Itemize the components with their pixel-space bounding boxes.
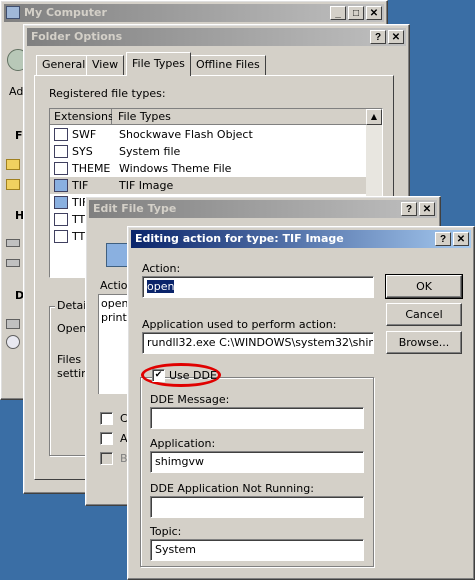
browse-same-window-checkbox[interactable] [100,452,113,465]
computer-icon [6,6,20,19]
list-item-swf[interactable]: SWF Shockwave Flash Object [50,126,366,143]
dde-application-label: Application: [150,437,216,450]
list-item-sys[interactable]: SYS System file [50,143,366,160]
close-button[interactable]: ✕ [388,30,404,44]
dde-message-input[interactable] [150,407,364,429]
list-item-extension: SWF [72,128,97,141]
close-button[interactable]: ✕ [366,6,382,20]
use-dde-checkbox[interactable]: ✔ [152,369,165,382]
help-button[interactable]: ? [370,30,386,44]
scroll-up-button[interactable]: ▲ [366,109,382,125]
folder-icon [6,179,20,190]
folder-options-titlebar[interactable]: Folder Options ? ✕ [27,28,406,46]
tab-general[interactable]: General [36,55,92,75]
cd-drive-icon [6,335,20,349]
action-item-open[interactable]: open [101,297,128,310]
topic-input[interactable]: System [150,539,364,561]
removable-drive-icon [6,319,20,329]
edit-file-type-title: Edit File Type [93,202,177,215]
drive-icon [6,259,20,267]
dde-application-input[interactable]: shimgvw [150,451,364,473]
dde-not-running-input[interactable] [150,496,364,518]
list-item-tif[interactable]: TIF TIF Image [50,177,366,194]
drive-icon [6,239,20,247]
my-computer-title: My Computer [24,6,107,19]
close-button[interactable]: ✕ [453,232,469,246]
file-type-icon [54,162,68,175]
image-file-icon [54,196,68,209]
editing-action-titlebar[interactable]: Editing action for type: TIF Image ? ✕ [131,230,471,248]
my-computer-titlebar[interactable]: My Computer _ □ ✕ [4,4,384,22]
dde-not-running-label: DDE Application Not Running: [150,482,314,495]
file-type-icon [106,243,128,267]
list-item-extension: SYS [72,145,93,158]
topic-label: Topic: [150,525,182,538]
minimize-button[interactable]: _ [330,6,346,20]
maximize-button[interactable]: □ [348,6,364,20]
registered-file-types-label: Registered file types: [49,87,166,100]
tab-view[interactable]: View [86,55,125,75]
list-item-extension: THEME [72,162,111,175]
close-button[interactable]: ✕ [419,202,435,216]
list-item-extension: TIF [72,179,89,192]
tab-offline-files[interactable]: Offline Files [190,55,266,75]
dde-message-label: DDE Message: [150,393,230,406]
column-header-file-types[interactable]: File Types [112,109,368,125]
action-input[interactable]: open [142,276,374,298]
editing-action-dialog: Editing action for type: TIF Image ? ✕ A… [127,226,475,580]
font-file-icon [54,213,68,226]
file-type-icon [54,145,68,158]
ok-button[interactable]: OK [385,274,463,299]
confirm-open-checkbox[interactable] [100,412,113,425]
use-dde-label: Use DDE [169,369,217,382]
edit-file-type-titlebar[interactable]: Edit File Type ? ✕ [89,200,437,218]
list-item-file-type: Shockwave Flash Object [119,128,253,141]
list-item-file-type: TIF Image [119,179,174,192]
application-path-input[interactable]: rundll32.exe C:\WINDOWS\system32\shimgvw [142,332,374,354]
folder-icon [6,159,20,170]
column-header-extensions[interactable]: Extensions [50,109,114,125]
help-button[interactable]: ? [401,202,417,216]
list-item-theme[interactable]: THEME Windows Theme File [50,160,366,177]
editing-action-title: Editing action for type: TIF Image [135,232,344,245]
font-file-icon [54,230,68,243]
always-show-extension-checkbox[interactable] [100,432,113,445]
list-item-file-type: Windows Theme File [119,162,232,175]
browse-button[interactable]: Browse... [386,331,462,354]
tab-file-types[interactable]: File Types [126,52,191,76]
folder-options-title: Folder Options [31,30,123,43]
action-label: Action: [142,262,181,275]
image-file-icon [54,179,68,192]
action-input-selected-text: open [147,280,175,293]
help-button[interactable]: ? [435,232,451,246]
cancel-button[interactable]: Cancel [386,303,462,326]
application-used-label: Application used to perform action: [142,318,337,331]
file-type-icon [54,128,68,141]
opens-with-label: Open [57,322,87,335]
list-item-file-type: System file [119,145,181,158]
